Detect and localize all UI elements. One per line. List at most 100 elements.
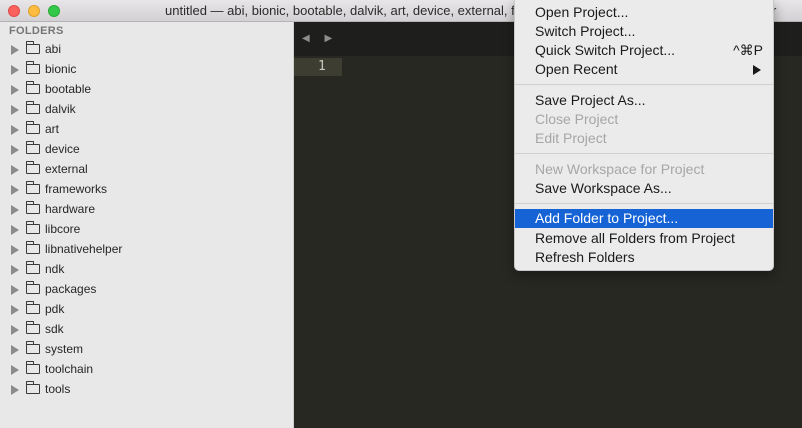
maximize-window-button[interactable] (48, 5, 60, 17)
disclosure-arrow-icon[interactable] (11, 365, 19, 375)
folder-row-packages[interactable]: packages (0, 280, 293, 300)
disclosure-arrow-icon[interactable] (11, 145, 19, 155)
menu-item-label: Close Project (535, 111, 619, 127)
folder-label: bionic (45, 62, 77, 76)
folder-icon (25, 321, 40, 334)
folder-row-art[interactable]: art (0, 120, 293, 140)
disclosure-arrow-icon[interactable] (11, 265, 19, 275)
disclosure-arrow-icon[interactable] (11, 45, 19, 55)
folder-icon (25, 121, 40, 134)
folder-label: pdk (45, 302, 65, 316)
disclosure-arrow-icon[interactable] (11, 325, 19, 335)
menu-item-label: Save Workspace As... (535, 180, 672, 196)
project-menu: Open Project... Switch Project... Quick … (514, 0, 774, 271)
folder-icon (25, 381, 40, 394)
menu-item-open-recent[interactable]: Open Recent (515, 60, 773, 79)
folder-label: libcore (45, 222, 81, 236)
folder-row-system[interactable]: system (0, 340, 293, 360)
menu-item-label: New Workspace for Project (535, 161, 705, 177)
disclosure-arrow-icon[interactable] (11, 345, 19, 355)
folder-label: bootable (45, 82, 92, 96)
folder-row-libnativehelper[interactable]: libnativehelper (0, 240, 293, 260)
disclosure-arrow-icon[interactable] (11, 305, 19, 315)
disclosure-arrow-icon[interactable] (11, 225, 19, 235)
menu-item-label: Open Project... (535, 4, 629, 20)
folder-icon (25, 261, 40, 274)
folder-label: sdk (45, 322, 64, 336)
menu-item-open-project[interactable]: Open Project... (515, 3, 773, 22)
folder-label: system (45, 342, 84, 356)
folder-icon (25, 41, 40, 54)
close-window-button[interactable] (8, 5, 20, 17)
shortcut-label: ^⌘P (733, 42, 763, 58)
folder-row-abi[interactable]: abi (0, 40, 293, 60)
folder-label: toolchain (45, 362, 94, 376)
folder-icon (25, 101, 40, 114)
menu-item-close-project: Close Project (515, 110, 773, 129)
menu-item-new-workspace: New Workspace for Project (515, 160, 773, 179)
disclosure-arrow-icon[interactable] (11, 85, 19, 95)
folder-row-bootable[interactable]: bootable (0, 80, 293, 100)
folder-row-libcore[interactable]: libcore (0, 220, 293, 240)
line-number: 1 (318, 59, 326, 74)
menu-separator (515, 84, 773, 85)
folder-icon (25, 81, 40, 94)
folder-icon (25, 341, 40, 354)
disclosure-arrow-icon[interactable] (11, 245, 19, 255)
folder-row-bionic[interactable]: bionic (0, 60, 293, 80)
folder-label: frameworks (45, 182, 108, 196)
folder-row-external[interactable]: external (0, 160, 293, 180)
folder-row-device[interactable]: device (0, 140, 293, 160)
menu-item-edit-project: Edit Project (515, 129, 773, 148)
menu-item-label: Switch Project... (535, 23, 636, 39)
folder-icon (25, 201, 40, 214)
folder-icon (25, 281, 40, 294)
menu-item-save-project-as[interactable]: Save Project As... (515, 91, 773, 110)
folder-row-pdk[interactable]: pdk (0, 300, 293, 320)
disclosure-arrow-icon[interactable] (11, 285, 19, 295)
folder-row-toolchain[interactable]: toolchain (0, 360, 293, 380)
folders-header: FOLDERS (9, 25, 64, 37)
submenu-arrow-icon (753, 65, 761, 75)
folder-row-tools[interactable]: tools (0, 380, 293, 400)
menu-item-label: Refresh Folders (535, 249, 635, 265)
menu-separator (515, 153, 773, 154)
menu-item-refresh-folders[interactable]: Refresh Folders (515, 248, 773, 267)
folder-label: tools (45, 382, 71, 396)
menu-item-remove-all-folders[interactable]: Remove all Folders from Project (515, 229, 773, 248)
disclosure-arrow-icon[interactable] (11, 205, 19, 215)
sidebar: FOLDERS abi bionic bootable dalvik art d… (0, 22, 294, 428)
tab-nav-arrows[interactable]: ◀ ▶ (302, 33, 338, 44)
folder-row-dalvik[interactable]: dalvik (0, 100, 293, 120)
folder-row-ndk[interactable]: ndk (0, 260, 293, 280)
folder-icon (25, 361, 40, 374)
disclosure-arrow-icon[interactable] (11, 385, 19, 395)
folder-row-sdk[interactable]: sdk (0, 320, 293, 340)
folder-label: external (45, 162, 88, 176)
menu-item-quick-switch-project[interactable]: Quick Switch Project... ^⌘P (515, 41, 773, 60)
menu-item-label: Quick Switch Project... (535, 42, 676, 58)
disclosure-arrow-icon[interactable] (11, 105, 19, 115)
folder-icon (25, 61, 40, 74)
menu-item-save-workspace-as[interactable]: Save Workspace As... (515, 179, 773, 198)
menu-item-add-folder[interactable]: Add Folder to Project... (515, 209, 773, 228)
menu-item-label: Open Recent (535, 61, 618, 77)
folder-label: device (45, 142, 80, 156)
disclosure-arrow-icon[interactable] (11, 185, 19, 195)
folder-icon (25, 221, 40, 234)
disclosure-arrow-icon[interactable] (11, 65, 19, 75)
folder-label: dalvik (45, 102, 76, 116)
folder-row-hardware[interactable]: hardware (0, 200, 293, 220)
minimize-window-button[interactable] (28, 5, 40, 17)
disclosure-arrow-icon[interactable] (11, 125, 19, 135)
disclosure-arrow-icon[interactable] (11, 165, 19, 175)
menu-item-label: Remove all Folders from Project (535, 230, 735, 246)
window-controls (8, 5, 60, 17)
folder-row-frameworks[interactable]: frameworks (0, 180, 293, 200)
menu-separator (515, 203, 773, 204)
menu-item-label: Edit Project (535, 130, 607, 146)
menu-item-switch-project[interactable]: Switch Project... (515, 22, 773, 41)
folder-label: libnativehelper (45, 242, 123, 256)
folder-label: abi (45, 42, 62, 56)
menu-item-label: Save Project As... (535, 92, 646, 108)
